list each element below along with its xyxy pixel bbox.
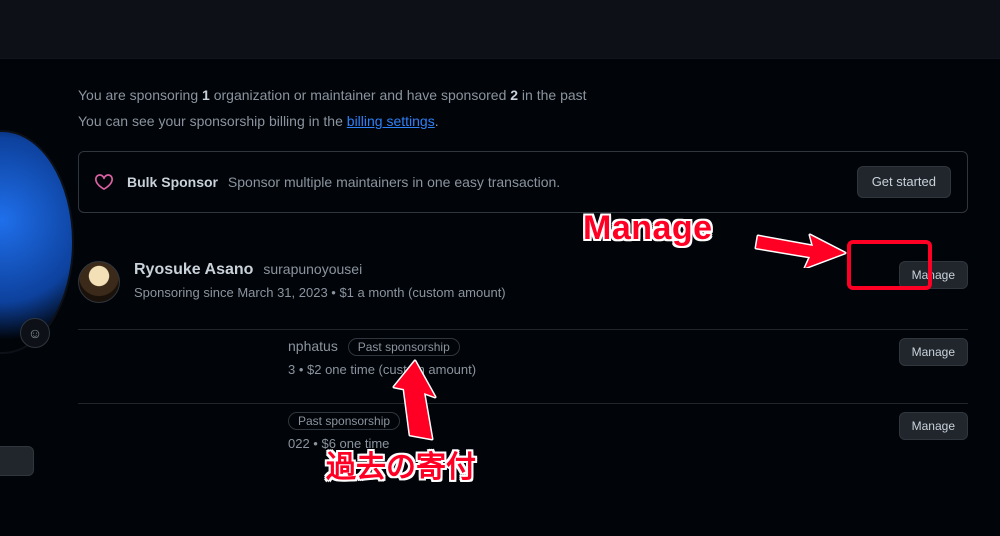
- intro-current-count: 1: [202, 87, 210, 103]
- billing-line: You can see your sponsorship billing in …: [78, 113, 968, 129]
- intro-line: You are sponsoring 1 organization or mai…: [78, 87, 968, 103]
- intro-past-count: 2: [510, 87, 518, 103]
- bulk-sponsor-title: Bulk Sponsor: [127, 174, 218, 190]
- sponsor-handle[interactable]: surapunoyousei: [263, 261, 362, 277]
- bulk-sponsor-desc: Sponsor multiple maintainers in one easy…: [228, 174, 560, 190]
- status-emoji-button[interactable]: ☺: [20, 318, 50, 348]
- collapsed-side-tab[interactable]: [0, 446, 34, 476]
- billing-suffix: .: [435, 113, 439, 129]
- heart-icon: [95, 173, 113, 191]
- manage-button[interactable]: Manage: [899, 412, 968, 440]
- top-bar: [0, 0, 1000, 59]
- sponsorship-row: Ryosuke Asano surapunoyousei Sponsoring …: [78, 253, 968, 330]
- intro-suffix: in the past: [518, 87, 587, 103]
- sponsor-name-fragment: nphatus: [288, 338, 338, 354]
- sponsor-meta: 022 • $6 one time: [288, 436, 885, 451]
- past-sponsorship-pill: Past sponsorship: [288, 412, 400, 430]
- past-sponsorship-pill: Past sponsorship: [348, 338, 460, 356]
- bulk-sponsor-get-started-button[interactable]: Get started: [857, 166, 951, 198]
- sponsorship-row: Past sponsorship 022 • $6 one time Manag…: [78, 404, 968, 477]
- sponsorships-page: You are sponsoring 1 organization or mai…: [0, 59, 1000, 477]
- sponsorship-row: nphatus Past sponsorship 3 • $2 one time…: [78, 330, 968, 404]
- sponsor-name[interactable]: Ryosuke Asano: [134, 261, 253, 278]
- billing-settings-link[interactable]: billing settings: [347, 113, 435, 129]
- billing-prefix: You can see your sponsorship billing in …: [78, 113, 347, 129]
- avatar[interactable]: [78, 261, 120, 303]
- intro-prefix: You are sponsoring: [78, 87, 202, 103]
- bulk-sponsor-card: Bulk Sponsor Sponsor multiple maintainer…: [78, 151, 968, 213]
- intro-mid: organization or maintainer and have spon…: [210, 87, 510, 103]
- bulk-sponsor-text: Bulk Sponsor Sponsor multiple maintainer…: [127, 174, 843, 190]
- sponsor-meta: 3 • $2 one time (custom amount): [288, 362, 885, 377]
- manage-button[interactable]: Manage: [899, 261, 968, 289]
- sponsor-meta: Sponsoring since March 31, 2023 • $1 a m…: [134, 285, 885, 300]
- manage-button[interactable]: Manage: [899, 338, 968, 366]
